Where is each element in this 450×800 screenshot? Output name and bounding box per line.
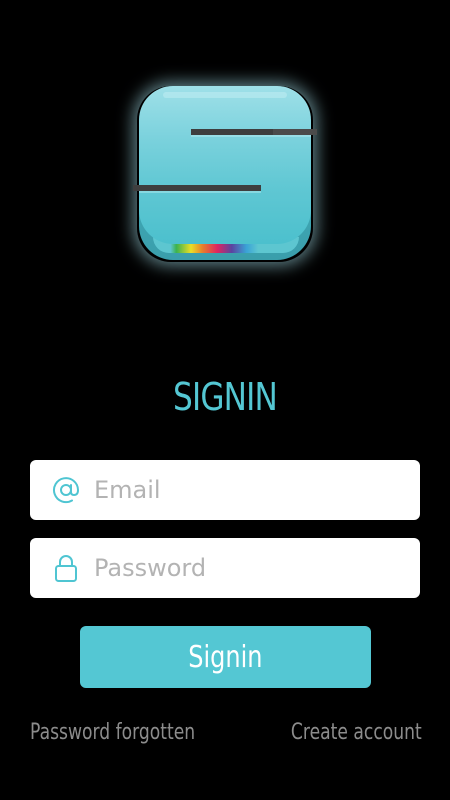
lock-icon <box>50 552 82 584</box>
signin-button[interactable]: Signin <box>80 626 371 688</box>
email-input[interactable] <box>94 460 404 520</box>
password-input[interactable] <box>94 538 404 598</box>
password-forgotten-link[interactable]: Password forgotten <box>30 720 195 745</box>
create-account-link[interactable]: Create account <box>291 720 422 745</box>
password-field[interactable] <box>30 538 420 598</box>
s-logo-icon <box>133 92 317 193</box>
app-logo <box>133 82 317 266</box>
page-title: SIGNIN <box>172 375 278 419</box>
signin-button-label: Signin <box>188 639 263 675</box>
email-field[interactable] <box>30 460 420 520</box>
at-sign-icon <box>50 474 82 506</box>
